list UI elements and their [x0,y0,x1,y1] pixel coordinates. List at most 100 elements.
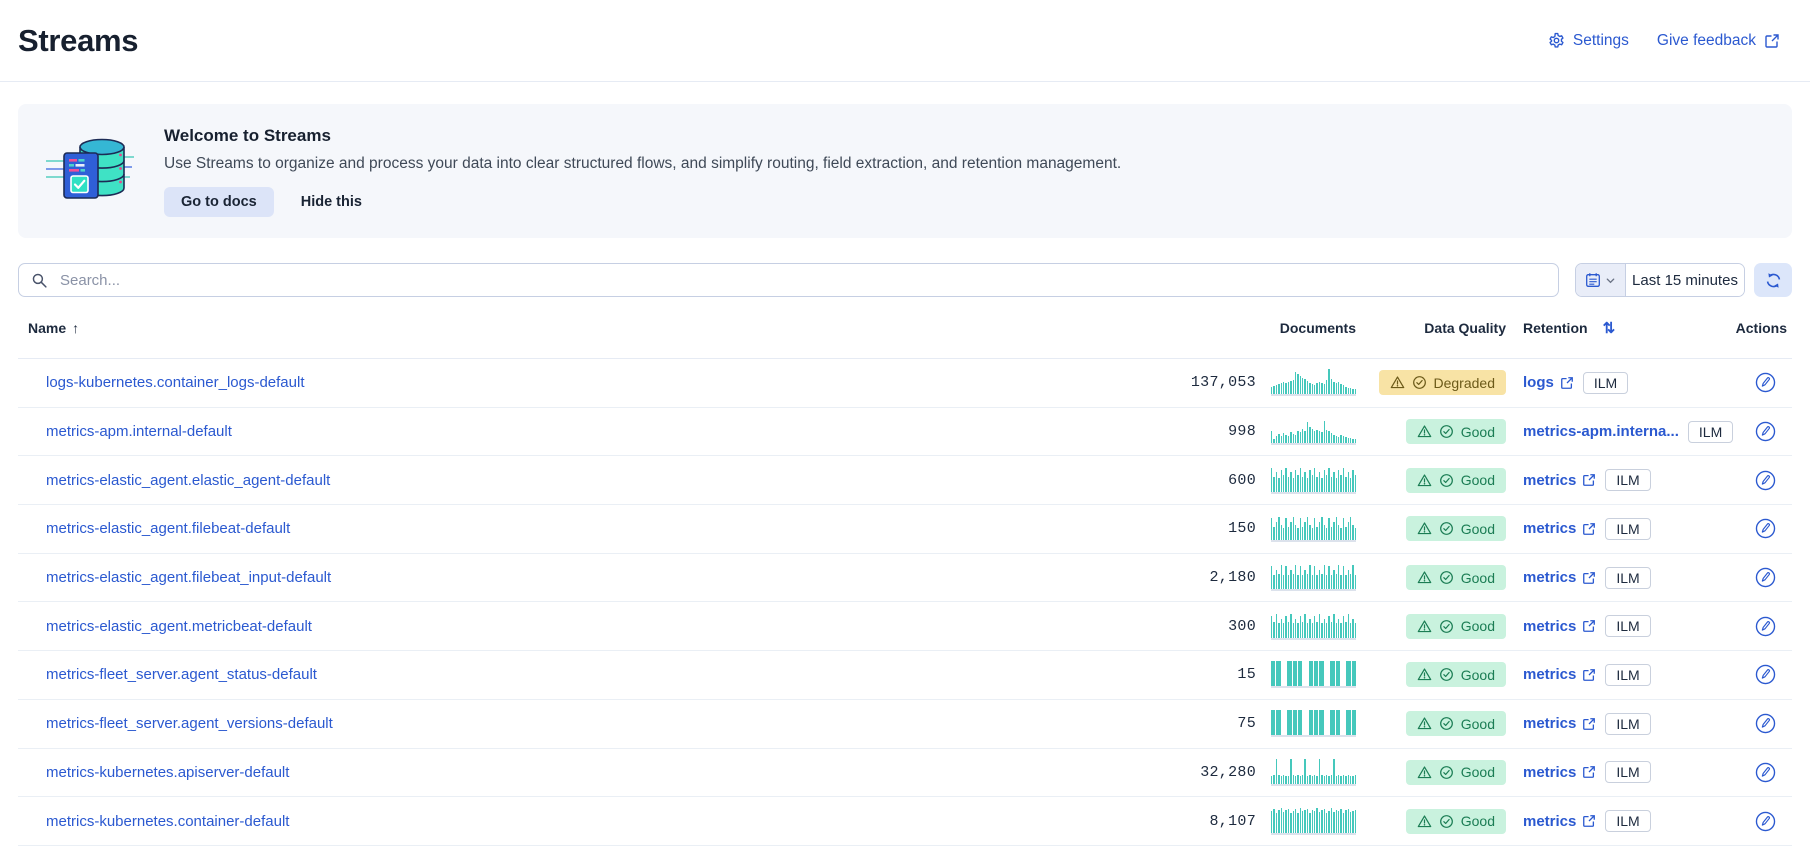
edit-stream-button[interactable] [1755,372,1776,393]
retention-policy-link[interactable]: metrics [1523,813,1596,830]
column-header-documents[interactable]: Documents [1046,320,1356,336]
warning-icon [1417,424,1432,439]
external-link-icon [1582,473,1596,487]
retention-policy-link[interactable]: metrics [1523,764,1596,781]
retention-policy-link[interactable]: metrics [1523,520,1596,537]
document-count: 75 [1237,715,1256,732]
edit-stream-button[interactable] [1755,421,1776,442]
document-count: 600 [1228,472,1256,489]
retention-policy-link[interactable]: metrics-apm.interna... [1523,423,1679,440]
external-link-icon [1582,668,1596,682]
documents-sparkline [1271,613,1356,640]
retention-policy-link[interactable]: metrics [1523,472,1596,489]
header-links: Settings Give feedback [1548,32,1792,50]
edit-stream-button[interactable] [1755,470,1776,491]
data-quality-badge: Good [1406,760,1506,785]
documents-sparkline [1271,418,1356,445]
stream-name-link[interactable]: metrics-elastic_agent.filebeat_input-def… [46,569,331,586]
stream-name-link[interactable]: metrics-elastic_agent.filebeat-default [46,520,290,537]
table-row: metrics-elastic_agent.filebeat-default 1… [18,505,1792,554]
column-header-name[interactable]: Name ↑ [18,320,1046,336]
edit-stream-button[interactable] [1755,518,1776,539]
warning-icon [1390,375,1405,390]
table-row: metrics-elastic_agent.filebeat_input-def… [18,554,1792,603]
stream-name-link[interactable]: metrics-apm.internal-default [46,423,232,440]
check-circle-icon [1439,814,1454,829]
external-link-icon [1582,765,1596,779]
table-header-row: Name ↑ Documents Data Quality Retention … [18,297,1792,359]
pencil-in-circle-icon [1755,664,1776,685]
data-quality-label: Good [1461,570,1495,586]
retention-policy-link[interactable]: metrics [1523,618,1596,635]
welcome-banner: Welcome to Streams Use Streams to organi… [18,104,1792,238]
ilm-badge: ILM [1605,615,1650,637]
data-quality-label: Good [1461,472,1495,488]
check-circle-icon [1439,424,1454,439]
data-quality-label: Good [1461,424,1495,440]
edit-stream-button[interactable] [1755,664,1776,685]
go-to-docs-button[interactable]: Go to docs [164,187,274,217]
stream-name-link[interactable]: metrics-fleet_server.agent_status-defaul… [46,666,317,683]
edit-stream-button[interactable] [1755,762,1776,783]
ilm-badge: ILM [1605,810,1650,832]
edit-stream-button[interactable] [1755,811,1776,832]
refresh-button[interactable] [1754,263,1792,297]
time-range-label: Last 15 minutes [1632,272,1738,289]
documents-sparkline [1271,759,1356,786]
table-row: logs-kubernetes.container_logs-default 1… [18,359,1792,408]
ilm-badge: ILM [1605,761,1650,783]
check-circle-icon [1439,473,1454,488]
retention-policy-link[interactable]: metrics [1523,715,1596,732]
stream-name-link[interactable]: metrics-fleet_server.agent_versions-defa… [46,715,333,732]
settings-link[interactable]: Settings [1548,32,1629,50]
ilm-badge: ILM [1605,518,1650,540]
stream-name-link[interactable]: logs-kubernetes.container_logs-default [46,374,305,391]
retention-policy-link[interactable]: logs [1523,374,1574,391]
column-header-data-quality[interactable]: Data Quality [1356,320,1506,336]
hide-this-link[interactable]: Hide this [301,194,362,210]
date-picker-button[interactable] [1576,264,1626,296]
stream-name-link[interactable]: metrics-elastic_agent.elastic_agent-defa… [46,472,330,489]
documents-sparkline [1271,467,1356,494]
table-row: metrics-kubernetes.container-default 8,1… [18,797,1792,846]
time-range-button[interactable]: Last 15 minutes [1626,264,1744,296]
toolbar: Last 15 minutes [18,263,1792,297]
search-input[interactable] [58,271,1546,290]
retention-policy-link[interactable]: metrics [1523,666,1596,683]
stream-name-link[interactable]: metrics-elastic_agent.metricbeat-default [46,618,312,635]
document-count: 8,107 [1209,813,1256,830]
data-quality-badge: Good [1406,662,1506,687]
data-quality-label: Good [1461,813,1495,829]
data-quality-badge: Good [1406,419,1506,444]
data-quality-label: Good [1461,618,1495,634]
data-quality-label: Degraded [1434,375,1496,391]
welcome-title: Welcome to Streams [164,126,1121,146]
check-circle-icon [1439,716,1454,731]
welcome-description: Use Streams to organize and process your… [164,155,1121,173]
document-count: 150 [1228,520,1256,537]
documents-sparkline [1271,661,1356,688]
stream-name-link[interactable]: metrics-kubernetes.apiserver-default [46,764,289,781]
retention-policy-link[interactable]: metrics [1523,569,1596,586]
edit-stream-button[interactable] [1755,713,1776,734]
document-count: 300 [1228,618,1256,635]
data-quality-label: Good [1461,521,1495,537]
pencil-in-circle-icon [1755,811,1776,832]
stream-name-link[interactable]: metrics-kubernetes.container-default [46,813,289,830]
external-link-icon [1582,571,1596,585]
streams-table: Name ↑ Documents Data Quality Retention … [18,297,1792,846]
column-header-retention[interactable]: Retention ⇅ [1506,319,1730,337]
streams-illustration-icon [44,134,136,208]
data-quality-badge: Good [1406,809,1506,834]
ilm-badge: ILM [1605,567,1650,589]
edit-stream-button[interactable] [1755,616,1776,637]
document-count: 32,280 [1200,764,1256,781]
data-quality-badge: Good [1406,614,1506,639]
ilm-badge: ILM [1583,372,1628,394]
documents-sparkline [1271,710,1356,737]
give-feedback-link[interactable]: Give feedback [1657,32,1780,50]
ilm-badge: ILM [1688,421,1733,443]
external-link-icon [1582,717,1596,731]
edit-stream-button[interactable] [1755,567,1776,588]
document-count: 137,053 [1191,374,1256,391]
